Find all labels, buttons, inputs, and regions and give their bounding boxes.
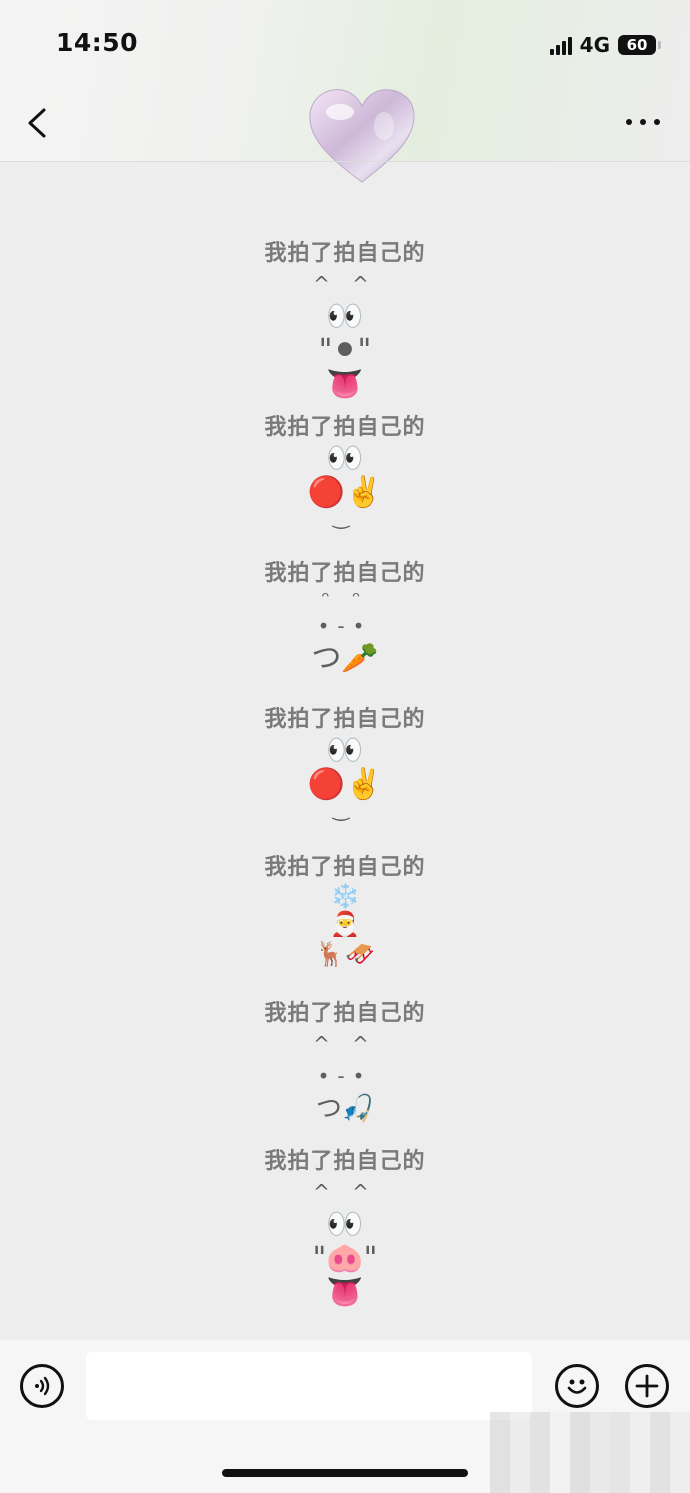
art-line: 👀 bbox=[326, 733, 364, 768]
art-line: "⚫" bbox=[318, 333, 372, 368]
pat-message: 我拍了拍自己的 ❄️ 🎅 🦌🛷 bbox=[0, 854, 690, 970]
art-line: 🎅 bbox=[330, 910, 360, 938]
pat-message: 我拍了拍自己的 👀 🔴✌️ ‿ bbox=[0, 414, 690, 529]
art-line: ^ ^ bbox=[313, 1180, 377, 1204]
art-line: 🦌🛷 bbox=[315, 940, 375, 968]
art-line: 👀 bbox=[326, 1207, 364, 1242]
pat-text: 我拍了拍自己的 bbox=[264, 1149, 426, 1174]
network-type: 4G bbox=[579, 33, 610, 57]
message-input[interactable] bbox=[86, 1352, 532, 1420]
art-line: •-• bbox=[317, 614, 373, 638]
art-line: 👅 bbox=[326, 1275, 364, 1310]
art-line: 👀 bbox=[326, 441, 364, 476]
status-indicators: 4G 60 bbox=[549, 32, 661, 58]
pat-message: 我拍了拍自己的 👀 🔴✌️ ‿ bbox=[0, 706, 690, 821]
art-line: ❄️ bbox=[330, 882, 360, 910]
chevron-left-icon[interactable] bbox=[26, 108, 48, 138]
more-options-button[interactable] bbox=[626, 116, 660, 128]
art-line: つ🎣 bbox=[315, 1094, 375, 1124]
art-line: ‿ bbox=[332, 505, 358, 529]
art-line: ^ ^ bbox=[313, 272, 377, 296]
art-line: つ🥕 bbox=[311, 641, 379, 676]
pat-text: 我拍了拍自己的 bbox=[264, 561, 426, 586]
home-indicator[interactable] bbox=[222, 1469, 468, 1477]
status-time: 14:50 bbox=[56, 28, 139, 57]
smiley-icon bbox=[567, 1379, 587, 1394]
art-line: ^ ^ bbox=[313, 1032, 377, 1056]
plus-button[interactable] bbox=[625, 1364, 669, 1408]
art-line: "🐽" bbox=[312, 1241, 378, 1276]
pat-text: 我拍了拍自己的 bbox=[264, 415, 426, 440]
plus-icon bbox=[635, 1374, 659, 1398]
signal-icon bbox=[549, 35, 572, 55]
top-bar: 14:50 4G 60 bbox=[0, 0, 690, 183]
pat-message: 我拍了拍自己的 ^ ^ •-• つ🎣 bbox=[0, 1000, 690, 1126]
pat-text: 我拍了拍自己的 bbox=[264, 707, 426, 732]
battery-level: 60 bbox=[626, 36, 648, 54]
art-line: ‿ bbox=[332, 797, 358, 821]
voice-button[interactable] bbox=[20, 1364, 64, 1408]
pat-message: 我拍了拍自己的 ᵔ ᵔ •-• つ🥕 bbox=[0, 560, 690, 676]
art-line: 👀 bbox=[326, 299, 364, 334]
pat-text: 我拍了拍自己的 bbox=[264, 1001, 426, 1026]
art-line: •-• bbox=[317, 1064, 373, 1088]
pat-message: 我拍了拍自己的 ^ ^ 👀 "🐽" 👅 bbox=[0, 1148, 690, 1310]
voice-icon bbox=[35, 1376, 50, 1396]
art-line: ᵔ ᵔ bbox=[321, 587, 369, 611]
pat-message: 我拍了拍自己的 ^ ^ 👀 "⚫" 👅 bbox=[0, 240, 690, 402]
pat-text: 我拍了拍自己的 bbox=[264, 241, 426, 266]
blurred-watermark bbox=[490, 1412, 690, 1493]
chat-area[interactable]: 我拍了拍自己的 ^ ^ 👀 "⚫" 👅 我拍了拍自己的 👀 🔴✌️ ‿ 我拍了拍… bbox=[0, 162, 690, 1340]
art-line: 👅 bbox=[326, 367, 364, 402]
emoji-button[interactable] bbox=[555, 1364, 599, 1408]
battery-icon: 60 bbox=[618, 35, 661, 55]
pat-text: 我拍了拍自己的 bbox=[264, 855, 426, 880]
